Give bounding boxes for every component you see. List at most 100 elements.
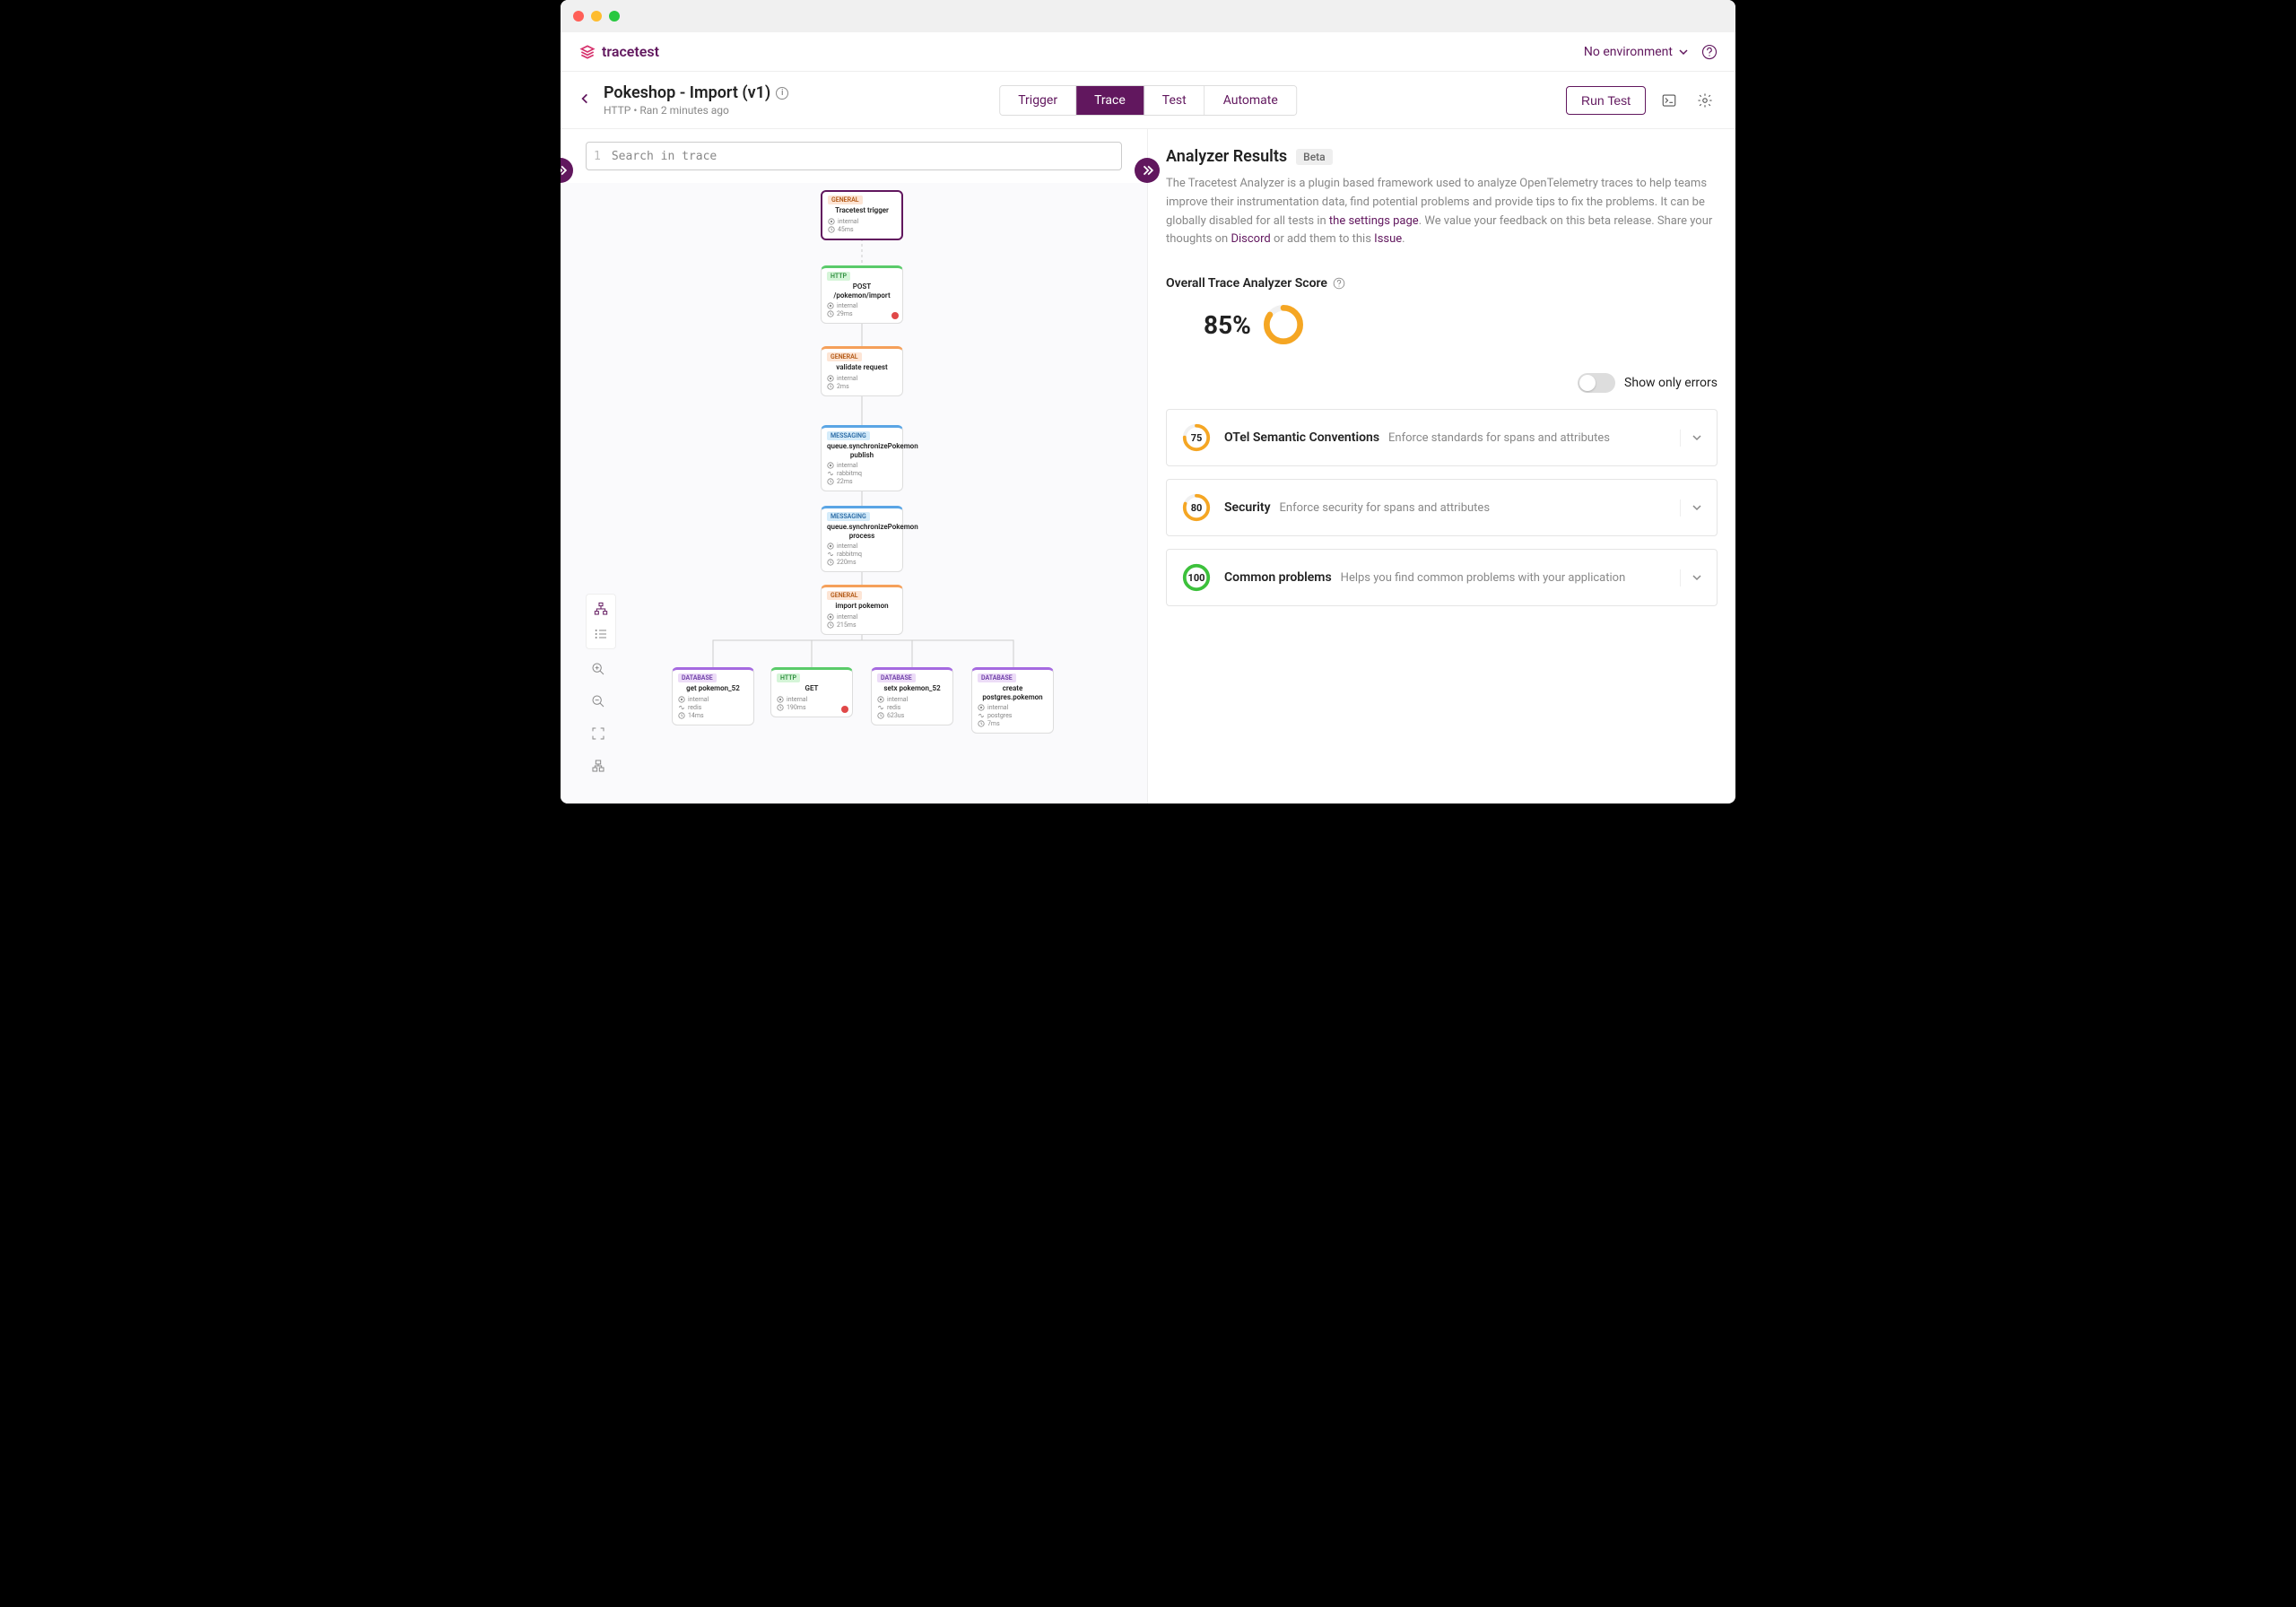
toggle-label: Show only errors — [1624, 376, 1718, 390]
node-title: create postgres.pokemon — [978, 684, 1048, 701]
node-title: queue.synchronizePokemon process — [827, 523, 897, 540]
node-attr-text: redis — [887, 704, 900, 711]
window-minimize-icon[interactable] — [591, 11, 602, 22]
subhead-left: Pokeshop - Import (v1) i HTTP • Ran 2 mi… — [578, 83, 788, 117]
target-icon — [827, 543, 834, 550]
beta-badge: Beta — [1296, 149, 1332, 165]
window-zoom-icon[interactable] — [609, 11, 620, 22]
rule-name: Security — [1224, 500, 1271, 515]
minimap-button[interactable] — [586, 753, 611, 778]
analyzer-title: Analyzer Results Beta — [1166, 147, 1718, 166]
link-icon — [877, 704, 884, 711]
node-tracetest-trigger[interactable]: General Tracetest trigger internal 45ms — [821, 190, 903, 240]
node-queue-publish[interactable]: Messaging queue.synchronizePokemon publi… — [821, 425, 903, 491]
titlebar — [561, 0, 1735, 32]
node-attr-text: internal — [887, 696, 908, 703]
node-validate-request[interactable]: General validate request internal 2ms — [821, 346, 903, 396]
brand-text: tracetest — [602, 43, 659, 60]
clock-icon — [978, 720, 985, 727]
node-tag: HTTP — [777, 673, 800, 682]
help-icon[interactable] — [1701, 44, 1718, 60]
node-attr-text: internal — [837, 462, 857, 469]
subheader: Pokeshop - Import (v1) i HTTP • Ran 2 mi… — [561, 72, 1735, 129]
analyzer-title-text: Analyzer Results — [1166, 147, 1287, 166]
tab-automate[interactable]: Automate — [1205, 86, 1296, 115]
node-attr-text: 190ms — [787, 704, 806, 711]
node-attr-text: 220ms — [837, 559, 857, 566]
logo[interactable]: tracetest — [578, 43, 659, 61]
tab-trace[interactable]: Trace — [1076, 86, 1144, 115]
node-http-get[interactable]: HTTP GET internal 190ms — [770, 667, 853, 717]
node-title: setx pokemon_52 — [877, 684, 947, 693]
target-icon — [978, 704, 985, 711]
target-icon — [877, 696, 884, 703]
issue-link[interactable]: Issue — [1374, 232, 1402, 246]
score-value: 85% — [1204, 310, 1251, 340]
run-test-button[interactable]: Run Test — [1566, 86, 1646, 115]
chevron-down-icon — [1680, 499, 1702, 517]
node-import-pokemon[interactable]: General import pokemon internal 215ms — [821, 585, 903, 635]
view-graph-button[interactable] — [588, 596, 613, 621]
score-section: Overall Trace Analyzer Score 85% — [1166, 276, 1718, 346]
node-queue-process[interactable]: Messaging queue.synchronizePokemon proce… — [821, 506, 903, 572]
trace-diagram[interactable]: General Tracetest trigger internal 45ms … — [561, 183, 1147, 804]
clock-icon — [827, 383, 834, 390]
error-badge-icon — [841, 706, 848, 713]
node-attr-text: internal — [837, 543, 857, 550]
page-meta: HTTP • Ran 2 minutes ago — [604, 104, 788, 117]
node-attr-text: rabbitmq — [837, 470, 862, 477]
clock-icon — [678, 712, 685, 719]
settings-link[interactable]: the settings page — [1329, 214, 1419, 228]
node-attr-text: 215ms — [837, 621, 857, 629]
tab-trigger[interactable]: Trigger — [1000, 86, 1076, 115]
env-selector-label: No environment — [1584, 45, 1673, 59]
search-input[interactable]: 1 Search in trace — [586, 142, 1122, 170]
zoom-out-button[interactable] — [586, 689, 611, 714]
page-title: Pokeshop - Import (v1) i — [604, 83, 788, 102]
page-title-text: Pokeshop - Import (v1) — [604, 83, 770, 102]
settings-icon[interactable] — [1692, 88, 1718, 113]
node-post-import[interactable]: HTTP POST /pokemon/import internal 29ms — [821, 265, 903, 324]
tab-test[interactable]: Test — [1144, 86, 1205, 115]
node-tag: General — [828, 195, 863, 204]
search-placeholder: Search in trace — [612, 150, 717, 163]
logo-icon — [578, 43, 596, 61]
topbar-right: No environment — [1584, 44, 1718, 60]
rule-list: 75 OTel Semantic Conventions Enforce sta… — [1166, 409, 1718, 606]
node-attr-text: 22ms — [837, 478, 853, 485]
tab-bar: Trigger Trace Test Automate — [999, 85, 1297, 116]
node-title: get pokemon_52 — [678, 684, 748, 693]
target-icon — [827, 302, 834, 309]
chevron-down-icon — [1680, 569, 1702, 586]
view-list-button[interactable] — [588, 621, 613, 647]
discord-link[interactable]: Discord — [1231, 232, 1270, 246]
node-tag: Database — [678, 673, 717, 682]
clock-icon — [877, 712, 884, 719]
clock-icon — [827, 621, 834, 629]
rule-card-otel[interactable]: 75 OTel Semantic Conventions Enforce sta… — [1166, 409, 1718, 466]
node-setx-pokemon[interactable]: Database setx pokemon_52 internal redis … — [871, 667, 953, 725]
node-attr-text: postgres — [987, 712, 1012, 719]
info-icon[interactable]: i — [776, 87, 788, 100]
target-icon — [827, 462, 834, 469]
rule-score: 100 — [1181, 562, 1212, 593]
help-icon[interactable] — [1333, 277, 1345, 290]
clock-icon — [827, 559, 834, 566]
terminal-icon[interactable] — [1657, 88, 1682, 113]
expand-right-button[interactable] — [1135, 158, 1160, 183]
window-close-icon[interactable] — [573, 11, 584, 22]
back-button[interactable] — [578, 91, 591, 109]
env-selector[interactable]: No environment — [1584, 45, 1689, 59]
chevron-down-icon — [1680, 430, 1702, 447]
node-create-postgres[interactable]: Database create postgres.pokemon interna… — [971, 667, 1054, 734]
rule-card-security[interactable]: 80 Security Enforce security for spans a… — [1166, 479, 1718, 536]
node-tag: Database — [877, 673, 916, 682]
rule-card-common-problems[interactable]: 100 Common problems Helps you find commo… — [1166, 549, 1718, 606]
show-only-errors-toggle[interactable] — [1578, 373, 1615, 393]
node-get-pokemon[interactable]: Database get pokemon_52 internal redis 1… — [672, 667, 754, 725]
fit-view-button[interactable] — [586, 721, 611, 746]
trace-pane: 1 Search in trace General — [561, 129, 1148, 804]
zoom-in-button[interactable] — [586, 656, 611, 682]
rule-score-ring: 75 — [1181, 422, 1212, 453]
rule-score: 75 — [1181, 422, 1212, 453]
